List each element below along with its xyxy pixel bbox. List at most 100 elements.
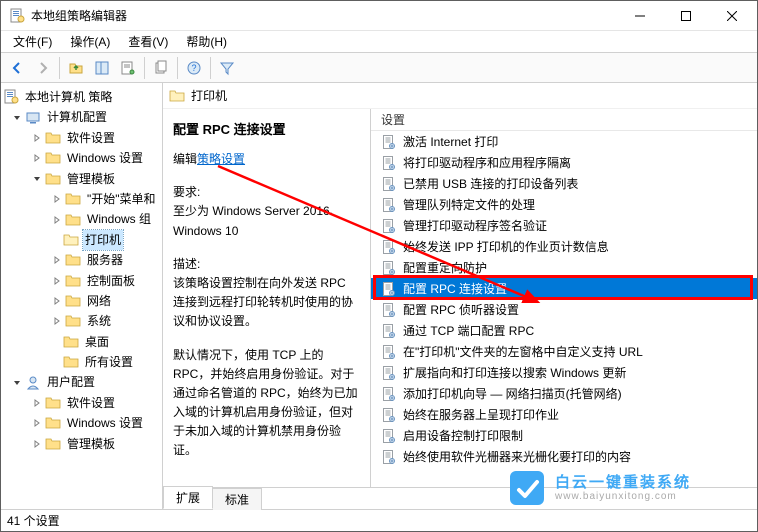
chevron-right-icon[interactable]: [51, 275, 63, 287]
policy-icon: [381, 365, 397, 381]
chevron-down-icon[interactable]: [31, 173, 43, 185]
policy-name: 配置 RPC 连接设置: [173, 119, 360, 138]
policy-list-item[interactable]: 激活 Internet 打印: [371, 131, 757, 152]
chevron-right-icon[interactable]: [31, 417, 43, 429]
tree-windows-components[interactable]: Windows 组: [3, 209, 160, 229]
policy-list-item-label: 管理队列特定文件的处理: [403, 196, 535, 213]
tree-printers[interactable]: 打印机: [3, 230, 160, 250]
policy-icon: [381, 407, 397, 423]
chevron-right-icon[interactable]: [51, 315, 63, 327]
statusbar: 41 个设置: [1, 509, 757, 531]
policy-icon: [381, 218, 397, 234]
policy-icon: [381, 155, 397, 171]
computer-icon: [25, 110, 41, 126]
edit-prefix: 编辑: [173, 152, 197, 166]
forward-button: [31, 56, 55, 80]
desc-paragraph-2: 默认情况下，使用 TCP 上的 RPC，并始终启用身份验证。对于通过命名管道的 …: [173, 346, 360, 461]
policy-list-item-label: 启用设备控制打印限制: [403, 427, 523, 444]
policy-icon: [381, 449, 397, 465]
detail-pane: 配置 RPC 连接设置 编辑策略设置 要求: 至少为 Windows Serve…: [163, 109, 371, 487]
tree-computer-config[interactable]: 计算机配置: [3, 107, 160, 127]
policy-list-item[interactable]: 管理队列特定文件的处理: [371, 194, 757, 215]
policy-list-item-label: 配置重定向防护: [403, 259, 487, 276]
view-tabs: 扩展 标准: [163, 487, 757, 509]
policy-list-item[interactable]: 将打印驱动程序和应用程序隔离: [371, 152, 757, 173]
policy-list-pane: 设置 激活 Internet 打印将打印驱动程序和应用程序隔离已禁用 USB 连…: [371, 109, 757, 487]
policy-list-item[interactable]: 添加打印机向导 — 网络扫描页(托管网络): [371, 383, 757, 404]
up-button[interactable]: [64, 56, 88, 80]
chevron-right-icon[interactable]: [31, 152, 43, 164]
list-column-header[interactable]: 设置: [371, 109, 757, 131]
navigation-tree[interactable]: 本地计算机 策略 计算机配置 软件设置 Windows 设置: [1, 83, 163, 509]
menu-file[interactable]: 文件(F): [5, 31, 60, 52]
menubar: 文件(F) 操作(A) 查看(V) 帮助(H): [1, 31, 757, 53]
maximize-button[interactable]: [663, 1, 709, 30]
filter-button[interactable]: [215, 56, 239, 80]
tree-user-config[interactable]: 用户配置: [3, 372, 160, 392]
policy-list-item-label: 激活 Internet 打印: [403, 133, 498, 150]
menu-action[interactable]: 操作(A): [62, 31, 118, 52]
show-hide-tree-button[interactable]: [90, 56, 114, 80]
policy-icon: [381, 134, 397, 150]
menu-help[interactable]: 帮助(H): [178, 31, 235, 52]
require-label: 要求:: [173, 183, 360, 202]
policy-list-item-label: 始终发送 IPP 打印机的作业页计数信息: [403, 238, 609, 255]
policy-list[interactable]: 激活 Internet 打印将打印驱动程序和应用程序隔离已禁用 USB 连接的打…: [371, 131, 757, 487]
user-icon: [25, 375, 41, 391]
tree-control-panel[interactable]: 控制面板: [3, 271, 160, 291]
policy-list-item-label: 管理打印驱动程序签名验证: [403, 217, 547, 234]
chevron-right-icon[interactable]: [31, 397, 43, 409]
policy-list-item-label: 扩展指向和打印连接以搜索 Windows 更新: [403, 364, 626, 381]
policy-list-item[interactable]: 始终使用软件光栅器来光栅化要打印的内容: [371, 446, 757, 467]
tree-servers[interactable]: 服务器: [3, 250, 160, 270]
policy-icon: [381, 344, 397, 360]
chevron-right-icon[interactable]: [51, 295, 63, 307]
properties-button[interactable]: [116, 56, 140, 80]
chevron-right-icon[interactable]: [31, 132, 43, 144]
desc-label: 描述:: [173, 255, 360, 274]
chevron-down-icon[interactable]: [11, 112, 23, 124]
policy-icon: [381, 197, 397, 213]
policy-list-item[interactable]: 扩展指向和打印连接以搜索 Windows 更新: [371, 362, 757, 383]
chevron-right-icon[interactable]: [31, 438, 43, 450]
policy-icon: [381, 260, 397, 276]
chevron-right-icon[interactable]: [51, 254, 63, 266]
policy-list-item[interactable]: 通过 TCP 端口配置 RPC: [371, 320, 757, 341]
help-button[interactable]: ?: [182, 56, 206, 80]
refresh-button[interactable]: [149, 56, 173, 80]
policy-list-item-label: 通过 TCP 端口配置 RPC: [403, 322, 534, 339]
policy-list-item-label: 添加打印机向导 — 网络扫描页(托管网络): [403, 385, 622, 402]
tab-standard[interactable]: 标准: [212, 488, 262, 510]
policy-list-item[interactable]: 始终在服务器上呈现打印作业: [371, 404, 757, 425]
titlebar: 本地组策略编辑器: [1, 1, 757, 31]
chevron-down-icon[interactable]: [11, 377, 23, 389]
policy-list-item[interactable]: 配置 RPC 侦听器设置: [371, 299, 757, 320]
policy-icon: [381, 386, 397, 402]
edit-policy-link[interactable]: 策略设置: [197, 152, 245, 166]
policy-list-item[interactable]: 已禁用 USB 连接的打印设备列表: [371, 173, 757, 194]
policy-icon: [381, 302, 397, 318]
tab-extended[interactable]: 扩展: [163, 486, 213, 509]
close-button[interactable]: [709, 1, 755, 30]
policy-icon: [381, 428, 397, 444]
folder-icon: [63, 354, 79, 370]
status-text: 41 个设置: [7, 512, 60, 529]
folder-icon: [169, 88, 185, 104]
app-icon: [9, 8, 25, 24]
policy-list-item-label: 始终使用软件光栅器来光栅化要打印的内容: [403, 448, 631, 465]
minimize-button[interactable]: [617, 1, 663, 30]
folder-icon: [45, 171, 61, 187]
policy-list-item[interactable]: 启用设备控制打印限制: [371, 425, 757, 446]
policy-list-item[interactable]: 在"打印机"文件夹的左窗格中自定义支持 URL: [371, 341, 757, 362]
policy-list-item[interactable]: 配置 RPC 连接设置: [371, 278, 757, 299]
require-text: 至少为 Windows Server 2016、Windows 10: [173, 202, 360, 240]
menu-view[interactable]: 查看(V): [120, 31, 176, 52]
chevron-right-icon[interactable]: [51, 193, 63, 205]
policy-list-item-label: 配置 RPC 连接设置: [403, 280, 507, 297]
policy-list-item[interactable]: 管理打印驱动程序签名验证: [371, 215, 757, 236]
policy-icon: [381, 281, 397, 297]
policy-list-item[interactable]: 配置重定向防护: [371, 257, 757, 278]
back-button[interactable]: [5, 56, 29, 80]
policy-list-item[interactable]: 始终发送 IPP 打印机的作业页计数信息: [371, 236, 757, 257]
chevron-right-icon[interactable]: [51, 214, 63, 226]
